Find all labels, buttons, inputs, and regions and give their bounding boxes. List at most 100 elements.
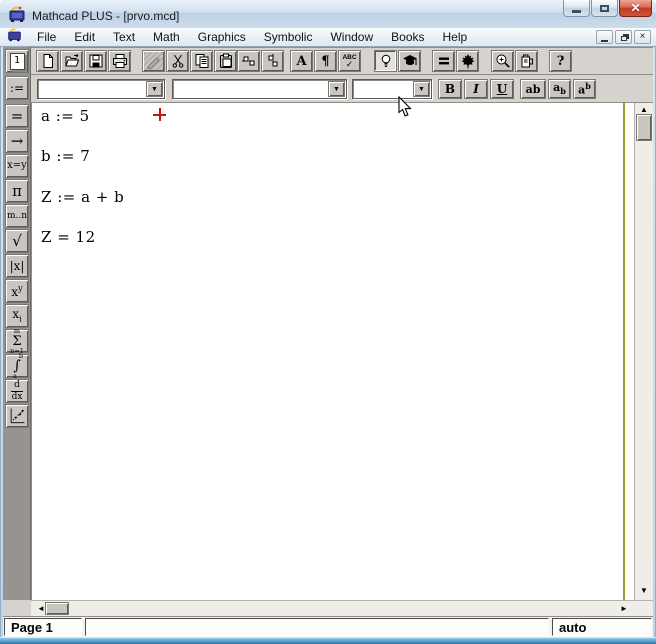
resource-button[interactable] [515, 50, 538, 72]
print-button[interactable] [108, 50, 131, 72]
maple-leaf-icon [461, 54, 474, 69]
normal-text-button[interactable]: ab [520, 79, 546, 99]
scroll-right-icon[interactable]: ► [619, 605, 629, 613]
vertical-scrollbar[interactable]: ▲ ▼ [634, 103, 653, 600]
palette-page1-button[interactable]: 1 [5, 49, 29, 73]
math-region-b[interactable]: b := 7 [41, 147, 90, 165]
save-button[interactable] [84, 50, 107, 72]
text-region-icon: A [296, 53, 307, 69]
paragraph-button[interactable]: ¶ [314, 50, 337, 72]
scroll-up-icon[interactable]: ▲ [635, 106, 653, 114]
math-palette-column: 1 := = → x=y π m..n √ |x| xy xi m Σn=1 b ∫… [3, 47, 31, 616]
title-bar[interactable]: Mathcad PLUS - [prvo.mcd] ✕ [0, 0, 656, 28]
menu-help[interactable]: Help [434, 28, 477, 46]
menu-file[interactable]: File [28, 28, 65, 46]
document-mdi-icon[interactable] [7, 27, 22, 47]
calculate-button[interactable] [432, 50, 455, 72]
help-button[interactable]: ? [549, 50, 572, 72]
menu-text[interactable]: Text [104, 28, 144, 46]
menu-graphics[interactable]: Graphics [189, 28, 255, 46]
align-group [237, 50, 285, 72]
mdi-close-button[interactable]: × [634, 30, 651, 44]
horizontal-scroll-thumb[interactable] [45, 602, 69, 615]
math-region-z-eval[interactable]: Z = 12 [41, 228, 96, 246]
subscript-button[interactable]: ab [548, 79, 571, 99]
vertical-scroll-thumb[interactable] [636, 114, 652, 141]
close-button[interactable]: ✕ [619, 0, 652, 17]
cut-button[interactable] [166, 50, 189, 72]
page1-icon: 1 [9, 52, 25, 70]
copy-button[interactable] [190, 50, 213, 72]
menu-books[interactable]: Books [382, 28, 433, 46]
status-page-indicator: Page 1 [4, 618, 82, 636]
bold-button[interactable]: B [438, 79, 462, 99]
style-combobox-value [38, 80, 145, 98]
graduation-cap-icon [402, 55, 417, 65]
paste-button[interactable] [214, 50, 237, 72]
mdi-restore-button[interactable] [615, 30, 632, 44]
mdi-window-buttons: × [596, 30, 651, 44]
palette-integral-button[interactable]: b ∫ a [5, 352, 29, 379]
palette-pi-button[interactable]: π [5, 179, 29, 203]
spellcheck-button[interactable]: ABC ✓ [338, 50, 361, 72]
mdi-minimize-button[interactable] [596, 30, 613, 44]
palette-root-button[interactable]: √ [5, 229, 29, 253]
math-region-a[interactable]: a := 5 [41, 107, 90, 125]
chevron-down-icon[interactable]: ▼ [146, 81, 163, 97]
ab-icon: ab [525, 82, 541, 96]
palette-xyplot-button[interactable] [5, 404, 29, 428]
new-button[interactable] [36, 50, 59, 72]
palette-boolean-button[interactable]: x=y [5, 154, 29, 178]
chevron-down-icon[interactable]: ▼ [413, 81, 430, 97]
palette-subscript-button[interactable]: xi [5, 304, 29, 328]
menu-edit[interactable]: Edit [65, 28, 104, 46]
size-combobox[interactable]: ▼ [352, 79, 432, 99]
underline-button[interactable]: U [490, 79, 514, 99]
mdi-restore-icon [620, 35, 627, 41]
font-combobox[interactable]: ▼ [172, 79, 347, 99]
copy-icon [195, 54, 208, 68]
palette-absolute-button[interactable]: |x| [5, 254, 29, 278]
open-button[interactable] [60, 50, 83, 72]
align-vertical-button[interactable] [261, 50, 284, 72]
maximize-button[interactable] [591, 0, 618, 17]
align-horizontal-button[interactable] [237, 50, 260, 72]
palette-range-button[interactable]: m..n [5, 204, 29, 228]
calc-group [432, 50, 480, 72]
worksheet-canvas[interactable]: a := 5 b := 7 Z := a + b Z = 12 [31, 103, 634, 600]
scroll-down-icon[interactable]: ▼ [635, 587, 653, 595]
palette-filler [3, 600, 31, 616]
superscript-button[interactable]: ab [573, 79, 596, 99]
palette-power-button[interactable]: xy [5, 279, 29, 303]
paragraph-icon: ¶ [321, 53, 330, 69]
palette-equals-button[interactable]: = [5, 104, 29, 128]
tutorial-button[interactable] [398, 50, 421, 72]
align-vertical-icon [268, 54, 277, 68]
menu-window[interactable]: Window [321, 28, 382, 46]
palette-assign-button[interactable]: := [5, 76, 29, 100]
math-region-z-def[interactable]: Z := a + b [41, 188, 124, 206]
window-title: Mathcad PLUS - [prvo.mcd] [32, 8, 180, 23]
paste-icon [219, 53, 232, 68]
italic-button[interactable]: I [464, 79, 488, 99]
italic-icon: I [473, 82, 479, 96]
maple-button[interactable] [456, 50, 479, 72]
cut-icon [172, 54, 183, 68]
palette-derivative-button[interactable]: d dx [5, 379, 29, 403]
style-combobox[interactable]: ▼ [37, 79, 165, 99]
minimize-button[interactable] [563, 0, 590, 17]
lightbulb-button[interactable] [374, 50, 397, 72]
menu-math[interactable]: Math [144, 28, 189, 46]
lightbulb-icon [381, 54, 390, 67]
horizontal-scrollbar[interactable]: ◄ ► [31, 600, 653, 617]
menu-symbolic[interactable]: Symbolic [255, 28, 322, 46]
palette-arrow-button[interactable]: → [5, 129, 29, 153]
palette-summation-button[interactable]: m Σn=1 [5, 328, 29, 354]
align-horizontal-icon [241, 56, 256, 66]
scrollbar-corner [634, 601, 653, 617]
insert-text-button[interactable]: A [290, 50, 313, 72]
zoom-in-icon [496, 54, 510, 68]
chevron-down-icon[interactable]: ▼ [328, 81, 345, 97]
status-bar: Page 1 auto [3, 616, 653, 637]
zoom-button[interactable] [491, 50, 514, 72]
